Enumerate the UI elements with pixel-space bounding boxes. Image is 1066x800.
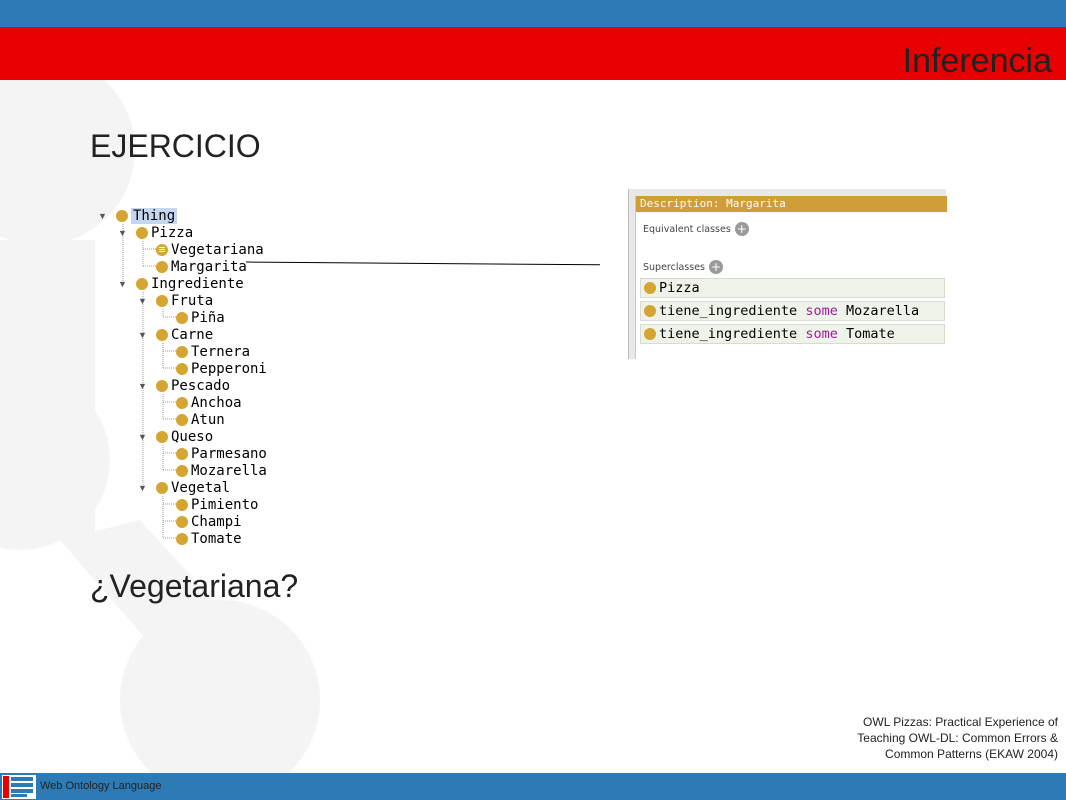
class-icon (176, 515, 188, 528)
tree-node-label: Vegetal (171, 479, 231, 496)
tree-node-carne[interactable]: Carne (156, 326, 213, 343)
tree-node-pina[interactable]: Piña (176, 309, 225, 326)
class-icon (156, 260, 168, 273)
description-panel: Description: Margarita Equivalent classe… (628, 189, 947, 359)
class-icon (136, 226, 148, 239)
citation: OWL Pizzas: Practical Experience of Teac… (857, 715, 1058, 761)
equivalent-classes-section: Equivalent classes + (643, 222, 749, 236)
tree-node-label: Pescado (171, 377, 231, 394)
tree-node-queso[interactable]: Queso (156, 428, 213, 445)
tree-node-label: Pepperoni (191, 360, 267, 377)
class-icon (136, 277, 148, 290)
tree-node-label: Pimiento (191, 496, 259, 513)
tree-node-label: Piña (191, 309, 225, 326)
add-equivalent-class-button[interactable]: + (734, 222, 749, 236)
class-icon (176, 498, 188, 511)
class-icon (156, 328, 168, 341)
class-icon (176, 464, 188, 477)
tree-node-label: Queso (171, 428, 214, 445)
superclass-text: Pizza (659, 280, 700, 296)
filler-class: Mozarella (845, 303, 920, 319)
tree-node-label: Parmesano (191, 445, 267, 462)
tree-node-label: Margarita (171, 258, 247, 275)
tree-node-atun[interactable]: Atun (176, 411, 225, 428)
tree-node-fruta[interactable]: Fruta (156, 292, 213, 309)
property-name: tiene_ingrediente (659, 326, 798, 342)
tree-node-label: Tomate (191, 530, 242, 547)
class-icon (176, 345, 188, 358)
tree-node-label: Mozarella (191, 462, 267, 479)
tree-node-parmesano[interactable]: Parmesano (176, 445, 267, 462)
footer-logo-icon (2, 775, 36, 799)
expand-arrow-icon[interactable]: ▼ (138, 381, 148, 391)
superclasses-section: Superclasses + (643, 260, 724, 274)
tree-node-vegetariana[interactable]: Vegetariana (156, 241, 264, 258)
tree-node-champi[interactable]: Champi (176, 513, 242, 530)
add-superclass-button[interactable]: + (709, 260, 724, 274)
tree-node-label: Atun (191, 411, 225, 428)
superclass-row-tomate[interactable]: tiene_ingrediente some Tomate (640, 324, 945, 344)
class-icon (116, 209, 128, 222)
defined-class-icon (156, 243, 168, 256)
class-icon (176, 311, 188, 324)
footer-bar: Web Ontology Language (0, 773, 1066, 800)
class-icon (644, 305, 656, 317)
superclasses-label: Superclasses (643, 261, 706, 273)
superclass-row-pizza[interactable]: Pizza (640, 278, 945, 298)
tree-node-mozarella[interactable]: Mozarella (176, 462, 267, 479)
tree-node-label: Thing (131, 207, 178, 224)
tree-node-pepperoni[interactable]: Pepperoni (176, 360, 267, 377)
class-icon (156, 430, 168, 443)
tree-node-label: Pizza (151, 224, 194, 241)
class-icon (176, 362, 188, 375)
class-icon (156, 294, 168, 307)
footer-text: Web Ontology Language (40, 780, 162, 792)
tree-node-label: Ingrediente (151, 275, 244, 292)
question-text: ¿Vegetariana? (90, 568, 299, 604)
class-icon (176, 396, 188, 409)
equivalent-classes-label: Equivalent classes (643, 223, 731, 235)
some-keyword: some (805, 326, 838, 342)
tree-node-pimiento[interactable]: Pimiento (176, 496, 258, 513)
tree-node-label: Anchoa (191, 394, 242, 411)
tree-node-tomate[interactable]: Tomate (176, 530, 242, 547)
class-icon (644, 282, 656, 294)
expand-arrow-icon[interactable]: ▼ (138, 483, 148, 493)
tree-node-label: Fruta (171, 292, 214, 309)
class-icon (644, 328, 656, 340)
tree-guides (122, 224, 600, 539)
expand-arrow-icon[interactable]: ▼ (118, 279, 128, 289)
class-icon (156, 481, 168, 494)
tree-node-margarita[interactable]: Margarita (156, 258, 247, 275)
class-icon (176, 447, 188, 460)
description-panel-body: Description: Margarita Equivalent classe… (635, 196, 947, 359)
expand-arrow-icon[interactable]: ▼ (138, 432, 148, 442)
tree-node-vegetal[interactable]: Vegetal (156, 479, 230, 496)
class-icon (156, 379, 168, 392)
tree-node-thing[interactable]: Thing (116, 207, 178, 224)
tree-node-label: Carne (171, 326, 214, 343)
class-icon (176, 532, 188, 545)
description-header: Description: Margarita (636, 196, 947, 212)
tree-node-pizza[interactable]: Pizza (136, 224, 193, 241)
slide-title: Inferencia (902, 42, 1052, 80)
expand-arrow-icon[interactable]: ▼ (118, 228, 128, 238)
tree-node-label: Ternera (191, 343, 251, 360)
tree-node-ternera[interactable]: Ternera (176, 343, 250, 360)
some-keyword: some (805, 303, 838, 319)
expand-arrow-icon[interactable]: ▼ (138, 296, 148, 306)
tree-node-ingrediente[interactable]: Ingrediente (136, 275, 244, 292)
tree-node-label: Vegetariana (171, 241, 264, 258)
tree-node-anchoa[interactable]: Anchoa (176, 394, 242, 411)
property-name: tiene_ingrediente (659, 303, 798, 319)
tree-node-label: Champi (191, 513, 242, 530)
tree-node-pescado[interactable]: Pescado (156, 377, 230, 394)
superclass-row-mozarella[interactable]: tiene_ingrediente some Mozarella (640, 301, 945, 321)
expand-arrow-icon[interactable]: ▼ (98, 211, 108, 221)
expand-arrow-icon[interactable]: ▼ (138, 330, 148, 340)
class-icon (176, 413, 188, 426)
filler-class: Tomate (845, 326, 895, 342)
